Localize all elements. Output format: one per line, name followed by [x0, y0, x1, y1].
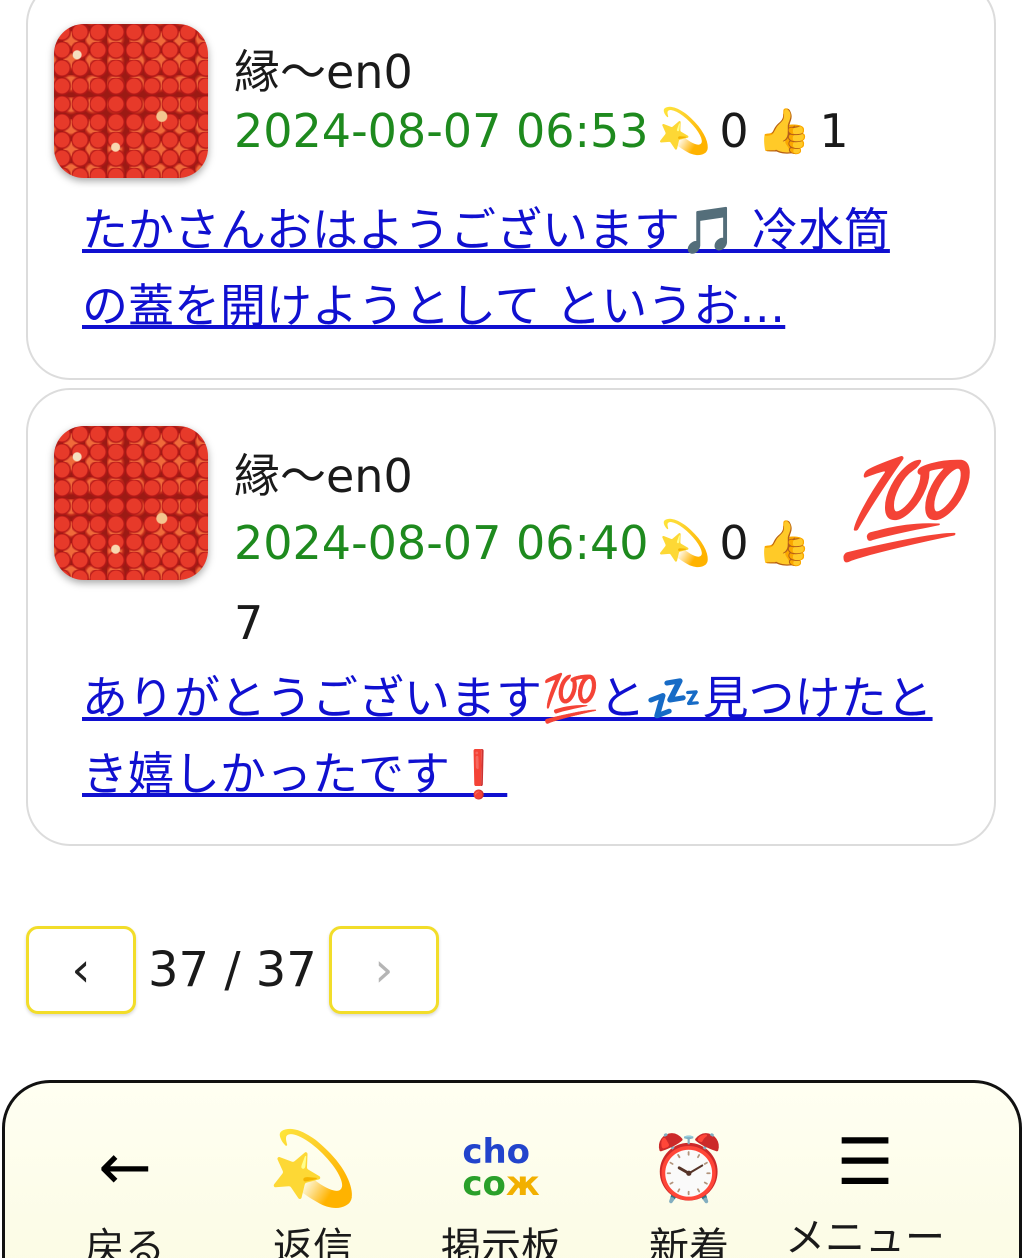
- nav-label: メニュー: [785, 1215, 945, 1258]
- post-meta: 2024-08-07 06:53 💫 0 👍 1: [234, 104, 849, 158]
- nav-label: 掲示板: [441, 1225, 561, 1258]
- nav-reply-button[interactable]: 💫 返信: [233, 1123, 393, 1258]
- hamburger-menu-icon: ☰: [836, 1126, 894, 1200]
- post-message-link[interactable]: ありがとうございます💯と💤見つけたとき嬉しかったです❗: [82, 660, 934, 812]
- reply-sparkle-icon: 💫: [656, 106, 712, 157]
- username[interactable]: 縁〜en0: [234, 36, 413, 102]
- page-indicator: 37 / 37: [148, 942, 317, 998]
- post-card: 縁〜en0 2024-08-07 06:40 💫 0 👍 💯 7 ありがとうござ…: [26, 388, 996, 846]
- page: 縁〜en0 2024-08-07 06:53 💫 0 👍 1 たかさんおはようご…: [0, 0, 1024, 1258]
- post-card: 縁〜en0 2024-08-07 06:53 💫 0 👍 1 たかさんおはようご…: [26, 0, 996, 380]
- like-count: 1: [819, 104, 849, 158]
- thumbs-up-icon[interactable]: 👍: [757, 517, 812, 569]
- reply-sparkle-icon: 💫: [268, 1125, 358, 1210]
- post-message-link[interactable]: たかさんおはようございます🎵 冷水筒の蓋を開けようとして というお…: [82, 192, 934, 344]
- bottom-nav: ← 戻る 💫 返信 cho coж 掲示板 ⏰ 新着 ☰ メニュー: [2, 1080, 1022, 1258]
- like-count: 7: [234, 596, 264, 650]
- next-page-button[interactable]: ›: [328, 926, 439, 1014]
- post-meta: 2024-08-07 06:40 💫 0 👍: [234, 516, 819, 570]
- nav-label: 戻る: [85, 1225, 165, 1258]
- user-avatar[interactable]: [54, 24, 208, 178]
- nav-new-button[interactable]: ⏰ 新着: [609, 1123, 769, 1258]
- user-avatar[interactable]: [54, 426, 208, 580]
- nav-menu-button[interactable]: ☰ メニュー: [785, 1123, 945, 1258]
- reply-sparkle-icon: 💫: [656, 518, 712, 569]
- arrow-left-icon: ←: [98, 1131, 152, 1205]
- hundred-points-icon: 💯: [840, 452, 960, 565]
- nav-board-button[interactable]: cho coж 掲示板: [421, 1123, 581, 1258]
- nav-label: 返信: [273, 1225, 353, 1258]
- post-datetime: 2024-08-07 06:40: [234, 516, 649, 570]
- post-datetime: 2024-08-07 06:53: [234, 104, 649, 158]
- thumbs-up-icon[interactable]: 👍: [757, 105, 812, 157]
- reply-count: 0: [719, 516, 749, 570]
- reply-count: 0: [719, 104, 749, 158]
- username[interactable]: 縁〜en0: [234, 440, 413, 506]
- pagination: ‹ 37 / 37 ›: [26, 926, 439, 1014]
- prev-page-button[interactable]: ‹: [26, 926, 136, 1014]
- choco-logo-icon: cho coж: [462, 1132, 540, 1204]
- nav-label: 新着: [649, 1225, 729, 1258]
- alarm-clock-icon: ⏰: [649, 1131, 729, 1206]
- nav-back-button[interactable]: ← 戻る: [45, 1123, 205, 1258]
